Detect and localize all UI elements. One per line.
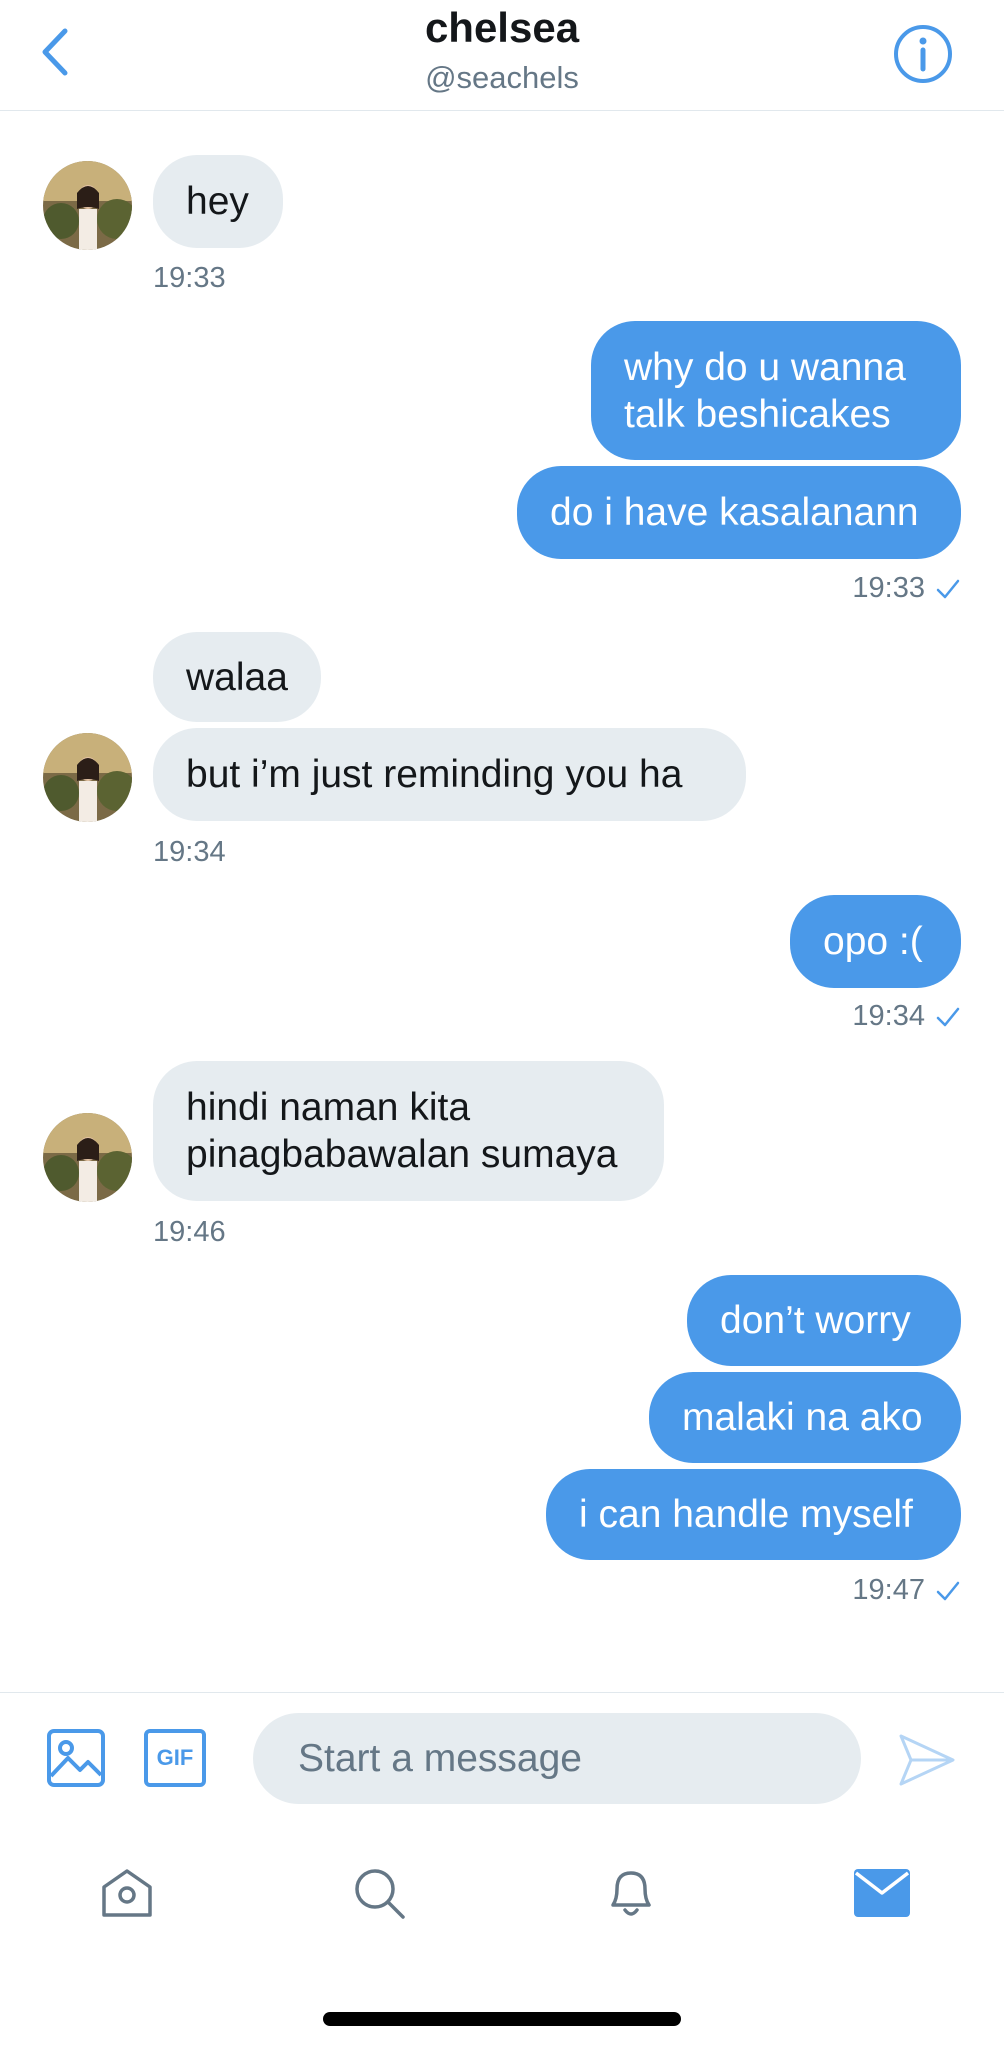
tab-notifications[interactable] xyxy=(596,1858,666,1928)
outgoing-message[interactable]: do i have kasalanann xyxy=(517,466,961,559)
message-timestamp: 19:34 xyxy=(153,836,226,868)
tab-home[interactable] xyxy=(92,1858,162,1928)
checkmark-icon xyxy=(936,1007,960,1026)
message-timestamp: 19:33 xyxy=(852,572,925,604)
search-icon xyxy=(355,1869,405,1919)
checkmark-icon xyxy=(936,579,960,598)
checkmark-icon xyxy=(936,1581,960,1600)
avatar-image xyxy=(43,161,132,250)
info-button[interactable] xyxy=(893,24,953,84)
avatar[interactable] xyxy=(43,1113,132,1202)
home-icon xyxy=(102,1869,152,1917)
send-icon xyxy=(899,1734,955,1786)
message-status: 19:34 xyxy=(852,1000,961,1033)
incoming-message[interactable]: walaa xyxy=(153,632,321,722)
message-timestamp: 19:33 xyxy=(153,262,226,294)
incoming-message[interactable]: hey xyxy=(153,155,283,248)
outgoing-message[interactable]: don’t worry xyxy=(687,1275,961,1366)
conversation-title[interactable]: chelsea xyxy=(0,4,1004,52)
avatar[interactable] xyxy=(43,733,132,822)
message-timestamp: 19:47 xyxy=(852,1574,925,1606)
outgoing-message[interactable]: why do u wanna talk beshicakes xyxy=(591,321,961,460)
send-button[interactable] xyxy=(897,1730,957,1790)
tab-messages[interactable] xyxy=(847,1858,917,1928)
outgoing-message[interactable]: i can handle myself xyxy=(546,1469,961,1560)
tab-search[interactable] xyxy=(344,1858,414,1928)
bell-icon xyxy=(611,1871,651,1916)
message-input[interactable] xyxy=(253,1713,861,1804)
gif-icon: GIF xyxy=(156,1745,194,1770)
mail-icon xyxy=(854,1869,910,1917)
outgoing-message[interactable]: malaki na ako xyxy=(649,1372,961,1463)
avatar-image xyxy=(43,1113,132,1202)
avatar[interactable] xyxy=(43,161,132,250)
incoming-message[interactable]: but i’m just reminding you ha xyxy=(153,728,746,821)
message-status: 19:47 xyxy=(852,1574,961,1607)
conversation-header: chelsea @seachels xyxy=(0,0,1004,111)
add-gif-button[interactable]: GIF xyxy=(144,1729,206,1787)
outgoing-message[interactable]: opo :( xyxy=(790,895,961,988)
message-timestamp: 19:34 xyxy=(852,1000,925,1032)
info-icon xyxy=(894,25,952,83)
home-indicator[interactable] xyxy=(323,2012,681,2026)
avatar-image xyxy=(43,733,132,822)
image-icon xyxy=(47,1729,105,1787)
add-image-button[interactable] xyxy=(46,1728,106,1788)
message-status: 19:33 xyxy=(852,572,961,605)
incoming-message[interactable]: hindi naman kita pinagbabawalan sumaya xyxy=(153,1061,664,1201)
conversation-handle: @seachels xyxy=(425,60,579,95)
message-timestamp: 19:46 xyxy=(153,1216,226,1248)
